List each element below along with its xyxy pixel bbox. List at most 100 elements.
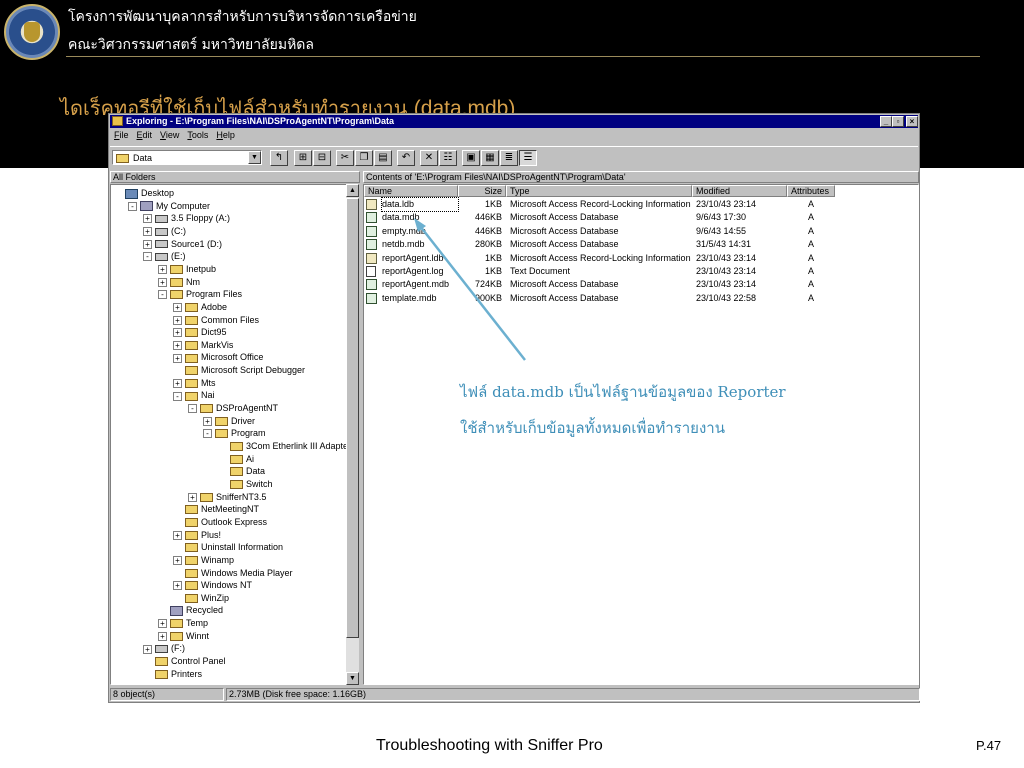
tree-scrollbar[interactable]: ▲ ▼	[346, 184, 359, 685]
tree-item[interactable]: - Program Files	[158, 288, 242, 300]
file-row[interactable]: reportAgent.mdb 724KB Microsoft Access Dat…	[364, 278, 918, 291]
tree-item[interactable]: + Microsoft Office	[173, 351, 263, 363]
tree-item[interactable]: Outlook Express	[173, 516, 267, 528]
tree-item[interactable]: Control Panel	[143, 655, 226, 667]
tree-item[interactable]: WinZip	[173, 592, 229, 604]
scroll-up-icon[interactable]: ▲	[346, 184, 359, 197]
expand-icon[interactable]: +	[173, 302, 182, 312]
tree-item[interactable]: + Inetpub	[158, 263, 216, 275]
tree-item[interactable]: + MarkVis	[173, 339, 233, 351]
expand-icon[interactable]: +	[143, 214, 152, 224]
collapse-icon[interactable]: -	[128, 201, 137, 211]
tree-item[interactable]: + Winnt	[158, 630, 209, 642]
expand-icon[interactable]: +	[158, 619, 167, 629]
window-titlebar[interactable]: Exploring - E:\Program Files\NAI\DSProAg…	[110, 115, 918, 128]
tree-item[interactable]: Microsoft Script Debugger	[173, 364, 305, 376]
column-size[interactable]: Size	[458, 185, 506, 197]
tree-item[interactable]: Printers	[143, 668, 202, 680]
tree-item[interactable]: Uninstall Information	[173, 541, 283, 553]
tree-item[interactable]: NetMeetingNT	[173, 503, 259, 515]
expand-icon[interactable]: +	[173, 353, 182, 363]
expand-icon[interactable]: +	[143, 239, 152, 249]
tree-item[interactable]: Data	[218, 465, 265, 477]
tree-item[interactable]: + Windows NT	[173, 579, 252, 591]
expand-icon[interactable]: +	[173, 340, 182, 350]
tree-item[interactable]: + Winamp	[173, 554, 234, 566]
copy-icon[interactable]: ❐	[355, 150, 373, 166]
expand-icon[interactable]: +	[158, 631, 167, 641]
map-drive-icon[interactable]: ⊞	[294, 150, 312, 166]
expand-icon[interactable]: +	[173, 530, 182, 540]
tree-item[interactable]: Windows Media Player	[173, 567, 293, 579]
collapse-icon[interactable]: -	[188, 404, 197, 414]
file-row[interactable]: data.mdb 446KB Microsoft Access Database 9/…	[364, 211, 918, 224]
address-combo[interactable]: Data	[112, 150, 262, 165]
disconnect-drive-icon[interactable]: ⊟	[313, 150, 331, 166]
tree-item[interactable]: - My Computer	[128, 200, 210, 212]
tree-item[interactable]: +3.5 Floppy (A:)	[143, 212, 230, 224]
maximize-button[interactable]: ▫	[892, 116, 904, 127]
file-row[interactable]: empty.mdb 446KB Microsoft Access Database 9…	[364, 225, 918, 238]
menu-tools[interactable]: Tools	[187, 130, 208, 140]
tree-item[interactable]: + Common Files	[173, 314, 259, 326]
expand-icon[interactable]: +	[143, 227, 152, 237]
expand-icon[interactable]: +	[143, 644, 152, 654]
tree-item[interactable]: Ai	[218, 453, 254, 465]
file-row[interactable]: reportAgent.log 1KB Text Document 23/10/43 …	[364, 265, 918, 278]
expand-icon[interactable]: +	[203, 416, 212, 426]
file-row[interactable]: template.mdb 900KB Microsoft Access Databa…	[364, 292, 918, 305]
large-icons-icon[interactable]: ▣	[462, 150, 480, 166]
expand-icon[interactable]: +	[158, 277, 167, 287]
expand-icon[interactable]: +	[173, 328, 182, 338]
column-type[interactable]: Type	[506, 185, 692, 197]
tree-item[interactable]: + Source1 (D:)	[143, 238, 222, 250]
tree-item[interactable]: + Plus!	[173, 529, 221, 541]
tree-item[interactable]: + SnifferNT3.5	[188, 491, 266, 503]
expand-icon[interactable]: +	[173, 378, 182, 388]
menu-edit[interactable]: Edit	[137, 130, 153, 140]
tree-item[interactable]: + Mts	[173, 377, 216, 389]
collapse-icon[interactable]: -	[203, 429, 212, 439]
tree-item[interactable]: + (F:)	[143, 642, 185, 654]
up-one-level-icon[interactable]: ↰	[270, 150, 288, 166]
scroll-thumb[interactable]	[346, 198, 359, 638]
tree-item[interactable]: + Driver	[203, 415, 255, 427]
cut-icon[interactable]: ✂	[336, 150, 354, 166]
tree-item[interactable]: Desktop	[113, 187, 174, 199]
tree-item[interactable]: + Adobe	[173, 301, 227, 313]
collapse-icon[interactable]: -	[173, 391, 182, 401]
delete-icon[interactable]: ✕	[420, 150, 438, 166]
tree-item[interactable]: + Nm	[158, 276, 200, 288]
tree-item[interactable]: + Dict95	[173, 326, 227, 338]
tree-item[interactable]: Switch	[218, 478, 273, 490]
tree-item[interactable]: Recycled	[158, 604, 223, 617]
column-name[interactable]: Name	[364, 185, 458, 197]
address-dropdown-button[interactable]: ▼	[248, 151, 261, 164]
tree-item[interactable]: - (E:)	[143, 250, 186, 262]
file-row[interactable]: reportAgent.ldb 1KB Microsoft Access Recor…	[364, 252, 918, 265]
details-view-icon[interactable]: ☰	[519, 150, 537, 166]
tree-item[interactable]: - Nai	[173, 389, 215, 401]
list-view-icon[interactable]: ≣	[500, 150, 518, 166]
minimize-button[interactable]: _	[880, 116, 892, 127]
paste-icon[interactable]: ▤	[374, 150, 392, 166]
properties-icon[interactable]: ☷	[439, 150, 457, 166]
tree-item[interactable]: + (C:)	[143, 225, 186, 237]
close-button[interactable]: ×	[906, 116, 918, 127]
collapse-icon[interactable]: -	[143, 252, 152, 262]
tree-item[interactable]: 3Com Etherlink III Adapter_1	[218, 440, 358, 452]
expand-icon[interactable]: +	[158, 265, 167, 275]
menu-view[interactable]: View	[160, 130, 179, 140]
menu-help[interactable]: Help	[216, 130, 235, 140]
tree-item[interactable]: - Program	[203, 427, 266, 439]
collapse-icon[interactable]: -	[158, 290, 167, 300]
file-row[interactable]: data.ldb 1KB Microsoft Access Record-Locki…	[364, 197, 918, 212]
expand-icon[interactable]: +	[188, 492, 197, 502]
column-attributes[interactable]: Attributes	[787, 185, 835, 197]
undo-icon[interactable]: ↶	[397, 150, 415, 166]
expand-icon[interactable]: +	[173, 581, 182, 591]
expand-icon[interactable]: +	[173, 315, 182, 325]
file-row[interactable]: netdb.mdb 280KB Microsoft Access Database 3…	[364, 238, 918, 251]
scroll-down-icon[interactable]: ▼	[346, 672, 359, 685]
small-icons-icon[interactable]: ▦	[481, 150, 499, 166]
